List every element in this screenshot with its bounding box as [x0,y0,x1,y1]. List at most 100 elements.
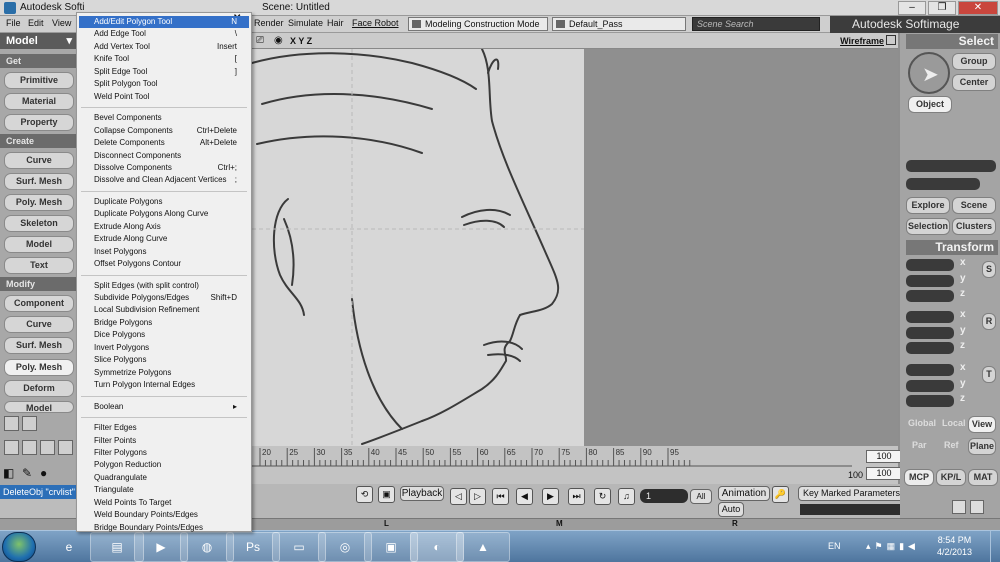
goto-start-icon[interactable]: ◁ [450,488,467,505]
rotate-y-axis-toggle[interactable]: y [960,325,966,336]
construction-mode-dropdown[interactable]: Modeling Construction Mode [408,17,548,31]
scale-x-axis-toggle[interactable]: x [960,257,966,268]
menu-item-polygon-reduction[interactable]: Polygon Reduction [79,459,249,471]
menu-item-collapse-components[interactable]: Collapse Components Ctrl+Delete [79,125,249,137]
menu-item-triangulate[interactable]: Triangulate [79,484,249,496]
menu-view[interactable]: View [52,18,71,28]
center-button[interactable]: Center [952,74,996,91]
tray-icons[interactable]: ▴⚑▦▮◀ [866,541,919,552]
menu-item-delete-components[interactable]: Delete Components Alt+Delete [79,137,249,149]
menu-item-disconnect-components[interactable]: Disconnect Components [79,150,249,162]
play-forward-icon[interactable]: ▶ [542,488,559,505]
menu-item-offset-polygons-contour[interactable]: Offset Polygons Contour [79,258,249,270]
toolbar-model-selector[interactable]: Model ▾ [0,33,76,49]
menu-item-turn-polygon-internal-edges[interactable]: Turn Polygon Internal Edges [79,379,249,391]
modify-model-button[interactable]: Model [4,401,74,413]
single-view-icon[interactable] [40,440,55,455]
view-button[interactable]: View [968,416,996,433]
property-button[interactable]: Property [4,114,74,131]
rotate-x-axis-toggle[interactable]: x [960,309,966,320]
scrub-icon[interactable]: ⟲ [356,486,373,503]
menu-item-split-edge-tool[interactable]: Split Edge Tool] [79,66,249,78]
grid-icon[interactable] [22,416,37,431]
selection-field-2[interactable] [906,178,980,190]
scale-y-field[interactable] [906,274,954,287]
brush-icon[interactable]: ✎ [22,466,32,480]
maximize-button[interactable]: ❐ [928,1,956,15]
text-button[interactable]: Text [4,257,74,274]
minimize-button[interactable]: – [898,1,926,15]
c-icon[interactable] [952,500,966,514]
command-line-output[interactable]: DeleteObj "crvlist" [0,485,76,499]
menu-item-quadrangulate[interactable]: Quadrangulate [79,472,249,484]
scale-y-axis-toggle[interactable]: y [960,273,966,284]
scene-search-input[interactable]: Scene Search [692,17,820,31]
menu-render[interactable]: Render [254,18,284,28]
last-frame-icon[interactable]: ⏭ [568,488,585,505]
menu-simulate[interactable]: Simulate [288,18,323,28]
mcp-tab[interactable]: MCP [904,469,934,486]
menu-item-symmetrize-polygons[interactable]: Symmetrize Polygons [79,367,249,379]
global-button[interactable]: Global [908,418,936,428]
all-button[interactable]: All [690,489,712,504]
quad-view-icon[interactable] [22,440,37,455]
plane-button[interactable]: Plane [968,438,996,455]
ie-icon[interactable]: e [42,532,96,562]
start-button[interactable] [2,532,36,562]
sphere-icon[interactable]: ● [40,466,47,480]
translate-x-axis-toggle[interactable]: x [960,362,966,373]
show-desktop-button[interactable] [990,531,1000,562]
scale-x-field[interactable] [906,259,954,271]
selection-button[interactable]: Selection [906,218,950,235]
mat-tab[interactable]: MAT [968,469,998,486]
translate-z-field[interactable] [906,395,954,407]
key-icon[interactable]: 🔑 [772,486,789,503]
translate-y-field[interactable] [906,379,954,392]
vlc-icon[interactable]: ▲ [456,532,510,562]
layout-icon[interactable] [4,416,19,431]
menu-item-add-edge-tool[interactable]: Add Edge Tool \ [79,28,249,40]
explore-button[interactable]: Explore [906,197,950,214]
wireframe-mode-menu[interactable]: Wireframe [840,36,884,46]
scene-button[interactable]: Scene [952,197,996,214]
play-backward-icon[interactable]: ◀ [516,488,533,505]
create-curve-button[interactable]: Curve [4,152,74,169]
scale-z-axis-toggle[interactable]: z [960,288,965,299]
menu-item-duplicate-polygons[interactable]: Duplicate Polygons [79,196,249,208]
playback-menu[interactable]: Playback [400,486,444,501]
menu-item-weld-boundary-points-edges[interactable]: Weld Boundary Points/Edges [79,509,249,521]
menu-face-robot[interactable]: Face Robot [352,18,399,28]
animation-menu[interactable]: Animation [718,486,770,501]
clusters-button[interactable]: Clusters [952,218,996,235]
keyframe-icon[interactable]: ▣ [378,486,395,503]
primitive-button[interactable]: Primitive [4,72,74,89]
menu-item-knife-tool[interactable]: Knife Tool [ [79,53,249,65]
menu-item-bridge-boundary-points-edges[interactable]: Bridge Boundary Points/Edges [79,522,249,534]
current-frame-input[interactable]: 1 [640,489,688,503]
maximize-viewport-icon[interactable] [886,35,896,45]
rotate-y-field[interactable] [906,326,954,339]
menu-item-dissolve-and-clean-adjacent-vertices[interactable]: Dissolve and Clean Adjacent Vertices; [79,174,249,186]
loop-icon[interactable]: ↻ [594,488,611,505]
modify-curve-button[interactable]: Curve [4,316,74,333]
clock[interactable]: 8:54 PM 4/2/2013 [937,534,972,558]
rotate-x-field[interactable] [906,311,954,323]
menu-item-bevel-components[interactable]: Bevel Components [79,112,249,124]
menu-item-local-subdivision-refinement[interactable]: Local Subdivision Refinement [79,304,249,316]
translate-y-axis-toggle[interactable]: y [960,378,966,389]
language-indicator[interactable]: EN [828,541,841,551]
eye-icon[interactable]: ◉ [274,35,283,46]
menu-item-invert-polygons[interactable]: Invert Polygons [79,342,249,354]
menu-item-weld-points-to-target[interactable]: Weld Points To Target [79,497,249,509]
close-button[interactable]: ✕ [958,1,998,15]
modify-surf-mesh-button[interactable]: Surf. Mesh [4,337,74,354]
rotate-button[interactable]: R [982,313,996,330]
menu-item-extrude-along-axis[interactable]: Extrude Along Axis [79,221,249,233]
menu-item-split-polygon-tool[interactable]: Split Polygon Tool [79,78,249,90]
par-button[interactable]: Par [912,440,927,450]
create-poly-mesh-button[interactable]: Poly. Mesh [4,194,74,211]
menu-item-filter-points[interactable]: Filter Points [79,435,249,447]
menu-item-slice-polygons[interactable]: Slice Polygons [79,354,249,366]
rotate-z-field[interactable] [906,342,954,354]
timeline[interactable]: 20 25 30 35 40 45 50 55 60 65 70 75 80 85 90 95 100 100… [252,446,902,484]
